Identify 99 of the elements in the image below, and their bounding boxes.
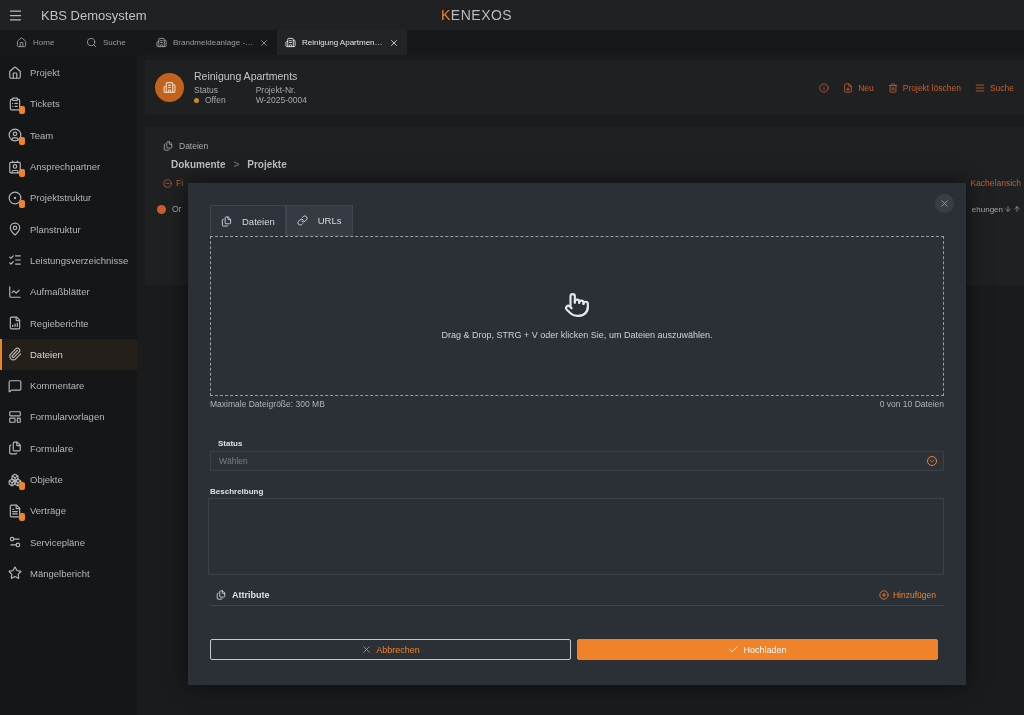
field-label: Status bbox=[218, 439, 244, 448]
sidebar-item[interactable]: Projektstruktur bbox=[0, 182, 137, 214]
link-icon bbox=[296, 215, 308, 226]
sidebar-item[interactable]: Leistungsverzeichnisse bbox=[0, 244, 137, 277]
nav-tab[interactable]: Reinigung Apartmen… bbox=[277, 30, 407, 55]
dropzone-text: Drag & Drop, STRG + V oder klicken Sie, um Dateien auszuwählen. bbox=[441, 330, 713, 340]
nav-tab[interactable]: Suche bbox=[78, 30, 148, 55]
add-button[interactable]: Hinzufügen bbox=[879, 590, 936, 600]
contact-icon bbox=[8, 159, 22, 174]
structure-icon bbox=[8, 190, 22, 205]
nav-tab[interactable]: Home bbox=[8, 30, 78, 55]
clipboard-icon bbox=[8, 96, 22, 111]
clip-icon bbox=[8, 347, 22, 362]
star-icon bbox=[8, 566, 22, 581]
close-button[interactable] bbox=[935, 194, 954, 213]
check-icon bbox=[728, 644, 740, 655]
cancel-button[interactable]: Abbrechen bbox=[210, 639, 571, 660]
chart-icon bbox=[8, 284, 22, 299]
arrow-down-icon bbox=[1004, 205, 1012, 213]
files-icon bbox=[163, 141, 173, 151]
attributes-title: Attribute bbox=[216, 590, 270, 600]
info-icon bbox=[819, 82, 830, 93]
files-icon bbox=[216, 590, 226, 600]
tab-label: Brandmeldeanlage -… bbox=[173, 38, 254, 47]
plus-icon bbox=[879, 590, 889, 600]
sidebar-item[interactable]: Formularvorlagen bbox=[0, 401, 137, 433]
breadcrumb-item[interactable]: Projekte bbox=[247, 159, 287, 170]
pin-icon bbox=[8, 222, 22, 237]
menu-button[interactable] bbox=[8, 7, 23, 23]
sidebar-item[interactable]: Objekte bbox=[0, 463, 137, 496]
close-icon[interactable] bbox=[259, 37, 270, 48]
form-icon bbox=[8, 409, 22, 424]
project-avatar bbox=[155, 73, 184, 102]
action-button[interactable]: Suche bbox=[974, 82, 1014, 93]
report-icon bbox=[8, 316, 22, 330]
view-link[interactable]: Kachelansich bbox=[970, 178, 1021, 188]
sidebar-item[interactable]: Planstruktur bbox=[0, 213, 137, 245]
sidebar-item[interactable]: Verträge bbox=[0, 495, 137, 527]
max-size-text: Maximale Dateigröße: 300 MB bbox=[210, 399, 325, 409]
menu-icon bbox=[974, 82, 985, 93]
file-icon bbox=[221, 215, 232, 227]
arrow-up-icon bbox=[1013, 205, 1021, 213]
file-count: 0 von 10 Dateien bbox=[879, 399, 944, 409]
sidebar-item[interactable]: Aufmaßblätter bbox=[0, 276, 137, 308]
sidebar-item[interactable]: Mängelbericht bbox=[0, 557, 137, 590]
pointer-hand-icon bbox=[564, 292, 590, 318]
app-title: KBS Demosystem bbox=[41, 7, 148, 23]
home-icon bbox=[8, 65, 22, 80]
sidebar-item[interactable]: Projekt bbox=[0, 57, 137, 89]
sidebar-item[interactable]: Dateien bbox=[0, 338, 137, 370]
files-icon bbox=[8, 441, 22, 456]
filter-link[interactable]: Fi bbox=[163, 178, 184, 188]
sidebar-item[interactable]: Tickets bbox=[0, 88, 137, 120]
action-button[interactable]: Projekt löschen bbox=[887, 82, 961, 93]
nav-tab[interactable]: Brandmeldeanlage -… bbox=[148, 30, 278, 55]
folder-dot bbox=[157, 204, 166, 214]
close-icon bbox=[361, 644, 373, 655]
contract-icon bbox=[8, 503, 22, 518]
home-icon bbox=[16, 37, 27, 48]
service-icon bbox=[8, 535, 22, 550]
comment-icon bbox=[8, 378, 22, 393]
field-label: Beschreibung bbox=[210, 487, 265, 496]
status-label: Status bbox=[194, 85, 220, 95]
tab-label: Home bbox=[33, 38, 55, 47]
dialog-tab[interactable]: URLs bbox=[285, 205, 353, 236]
list-icon bbox=[8, 253, 22, 268]
sidebar-item[interactable]: Team bbox=[0, 119, 137, 151]
building-icon bbox=[285, 37, 297, 48]
status-value: Offen bbox=[194, 95, 226, 105]
breadcrumb-item[interactable]: Dokumente bbox=[171, 159, 226, 170]
boxes-icon bbox=[8, 472, 22, 487]
project-title: Reinigung Apartments bbox=[194, 70, 299, 82]
user-icon bbox=[8, 128, 22, 143]
close-icon bbox=[939, 198, 950, 209]
sidebar-item[interactable]: Kommentare bbox=[0, 369, 137, 402]
project-number: W-2025-0004 bbox=[255, 95, 307, 105]
number-label: Projekt-Nr. bbox=[255, 85, 297, 95]
action-button[interactable]: Neu bbox=[843, 82, 874, 93]
logo: KENEXOS bbox=[441, 7, 513, 23]
section-title: Dateien bbox=[163, 141, 1021, 151]
sidebar-item[interactable]: Regieberichte bbox=[0, 307, 137, 339]
search-icon bbox=[86, 37, 97, 48]
minus-icon bbox=[163, 178, 172, 188]
building-icon bbox=[156, 37, 167, 48]
folder-item[interactable]: Or bbox=[157, 204, 182, 214]
dropzone[interactable]: Drag & Drop, STRG + V oder klicken Sie, um Dateien auszuwählen. bbox=[210, 236, 944, 396]
sidebar-item[interactable]: Servicepläne bbox=[0, 526, 137, 558]
tab-label: Reinigung Apartmen… bbox=[302, 38, 383, 47]
tab-label: Suche bbox=[103, 38, 126, 47]
breadcrumb-separator: > bbox=[233, 159, 240, 170]
status-dot bbox=[194, 98, 199, 103]
sort-control[interactable]: ehungen bbox=[971, 204, 1021, 214]
sidebar-item[interactable]: Formulare bbox=[0, 432, 137, 464]
dialog-tab[interactable]: Dateien bbox=[210, 205, 286, 236]
close-icon[interactable] bbox=[388, 37, 399, 48]
sidebar-item[interactable]: Ansprechpartner bbox=[0, 150, 137, 183]
menu-icon bbox=[8, 7, 23, 23]
trash-icon bbox=[887, 82, 898, 93]
new-icon bbox=[843, 82, 854, 93]
